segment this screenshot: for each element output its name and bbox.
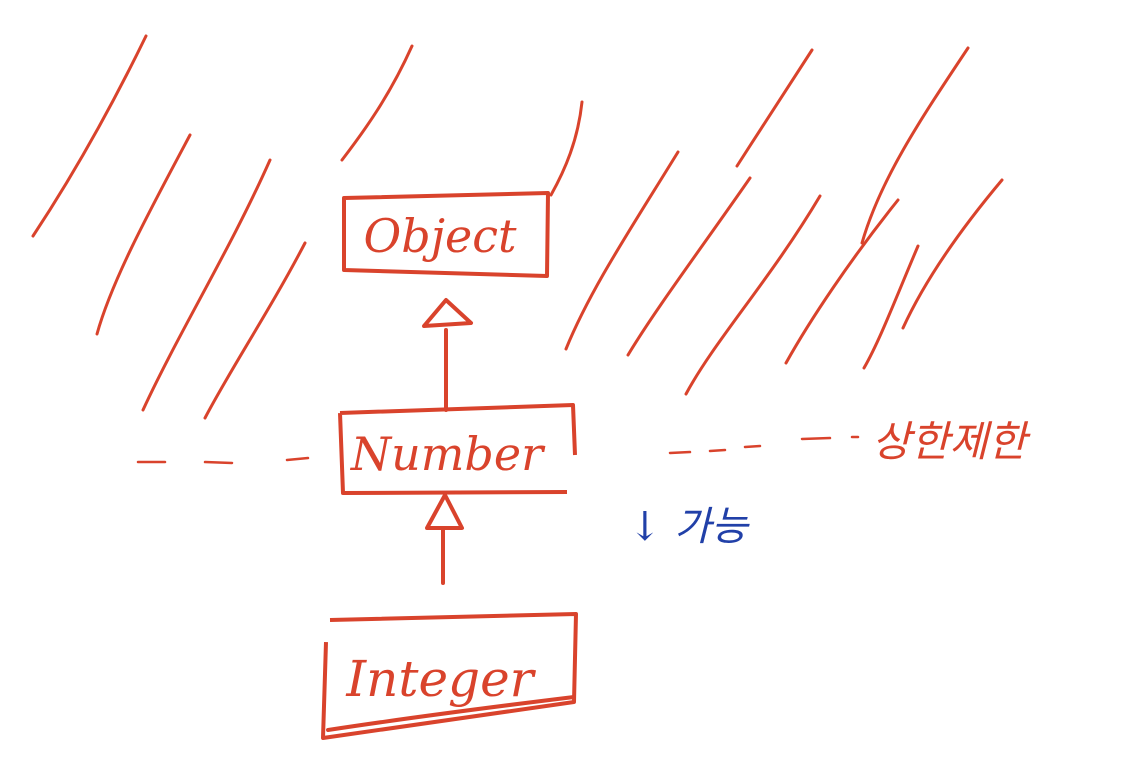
object-label: Object	[364, 209, 517, 263]
number-label: Number	[350, 427, 546, 481]
allowed-annotation: ↓ 가능	[628, 504, 750, 550]
dash-segment	[743, 444, 762, 449]
hatch-stroke	[862, 244, 920, 370]
hatch-stroke	[95, 133, 192, 336]
integer-node: Integer	[321, 612, 578, 740]
dash-segment	[668, 450, 692, 455]
hatch-stroke	[549, 100, 584, 197]
object-node: Object	[342, 191, 550, 278]
arrow-head	[425, 493, 464, 530]
hatch-stroke	[860, 46, 970, 245]
hatch-stroke	[684, 194, 822, 396]
dash-segment	[203, 460, 234, 465]
upper-bound-annotation: 상한제한	[872, 417, 1031, 466]
number-node: Number	[338, 403, 577, 495]
integer-label: Integer	[345, 650, 536, 708]
dash-segment	[708, 448, 727, 453]
arrow-number-to-object	[422, 298, 473, 412]
dash-segment	[800, 436, 832, 441]
hatch-stroke	[564, 150, 680, 351]
arrow-integer-to-number	[425, 493, 464, 585]
diagram-canvas: Object Number Integer 상한제한 ↓ 가능	[31, 34, 1031, 740]
hatch-stroke	[735, 48, 814, 168]
hatch-stroke	[31, 34, 148, 238]
dash-segment	[285, 456, 310, 462]
hatch-stroke	[340, 44, 414, 162]
arrow-head	[422, 298, 473, 328]
hatch-stroke	[203, 241, 307, 420]
hatch-stroke	[901, 178, 1004, 330]
hatching-region	[31, 34, 1004, 420]
hatch-stroke	[141, 158, 272, 412]
